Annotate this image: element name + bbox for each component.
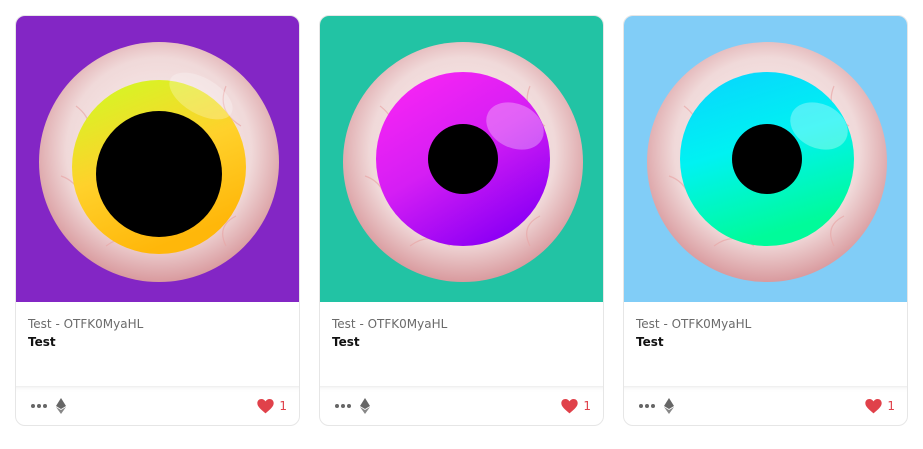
card-footer: 1 <box>320 386 603 425</box>
eyeball-artwork <box>320 16 603 302</box>
more-icon[interactable] <box>31 401 49 411</box>
pupil <box>732 124 802 194</box>
nft-card[interactable]: Test - OTFK0MyaHL Test 1 <box>15 15 300 426</box>
pupil <box>96 111 222 237</box>
like-count: 1 <box>887 399 895 413</box>
nft-title[interactable]: Test <box>28 334 287 350</box>
ethereum-icon <box>360 398 370 414</box>
more-icon[interactable] <box>335 401 353 411</box>
ethereum-icon <box>664 398 674 414</box>
heart-icon <box>561 398 579 413</box>
card-footer: 1 <box>16 386 299 425</box>
collection-name[interactable]: Test - OTFK0MyaHL <box>636 316 895 332</box>
nft-card[interactable]: Test - OTFK0MyaHL Test 1 <box>623 15 908 426</box>
eyeball-artwork <box>16 16 299 302</box>
card-footer: 1 <box>624 386 907 425</box>
eyeball-artwork <box>624 16 907 302</box>
pupil <box>428 124 498 194</box>
heart-icon <box>865 398 883 413</box>
like-button[interactable]: 1 <box>865 398 895 414</box>
nft-title[interactable]: Test <box>636 334 895 350</box>
ethereum-icon <box>56 398 66 414</box>
like-count: 1 <box>583 399 591 413</box>
heart-icon <box>257 398 275 413</box>
like-button[interactable]: 1 <box>257 398 287 414</box>
more-icon[interactable] <box>639 401 657 411</box>
collection-name[interactable]: Test - OTFK0MyaHL <box>28 316 287 332</box>
nft-card[interactable]: Test - OTFK0MyaHL Test 1 <box>319 15 604 426</box>
nft-image[interactable] <box>320 16 603 302</box>
nft-image[interactable] <box>624 16 907 302</box>
like-count: 1 <box>279 399 287 413</box>
nft-image[interactable] <box>16 16 299 302</box>
like-button[interactable]: 1 <box>561 398 591 414</box>
collection-name[interactable]: Test - OTFK0MyaHL <box>332 316 591 332</box>
nft-title[interactable]: Test <box>332 334 591 350</box>
